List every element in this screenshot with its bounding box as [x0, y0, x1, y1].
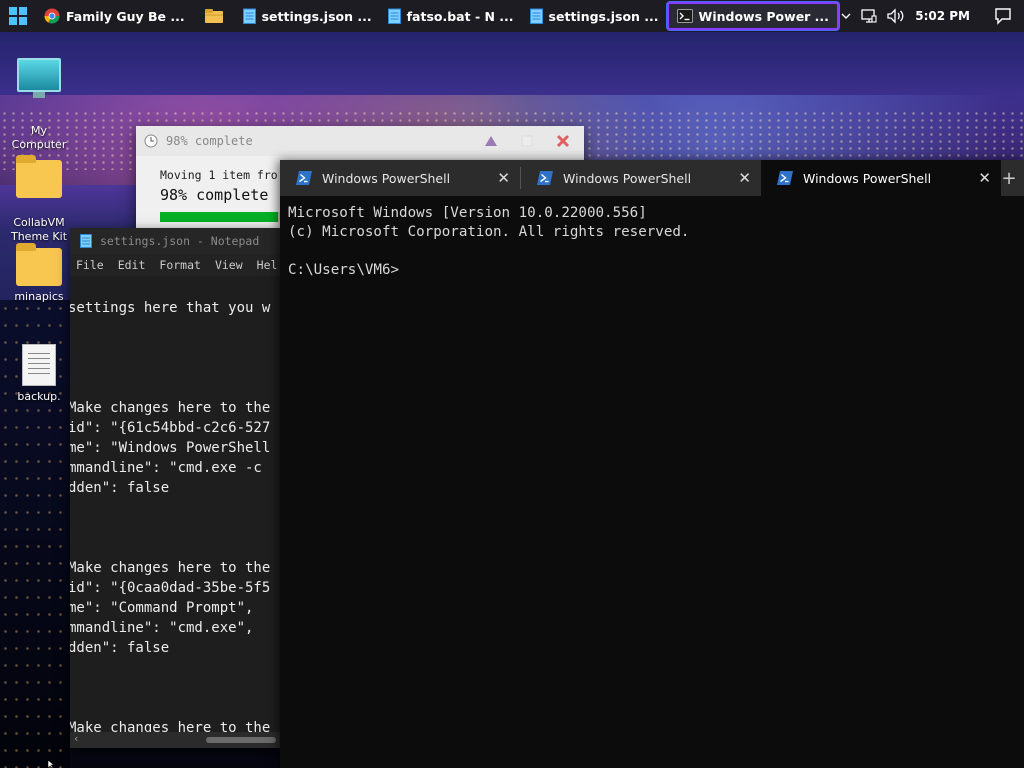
- taskbar-item-chrome[interactable]: Family Guy Be ...: [36, 2, 193, 30]
- notepad-icon: [242, 8, 256, 24]
- dialog-title-bar: 98% complete: [136, 126, 584, 156]
- speaker-icon[interactable]: [887, 8, 905, 24]
- menu-file[interactable]: File: [76, 258, 104, 272]
- desktop-icon-label: backup.: [17, 390, 61, 403]
- notepad-line: [70, 318, 270, 338]
- notifications-icon[interactable]: [994, 7, 1012, 25]
- tab-powershell-2[interactable]: Windows PowerShell ✕: [521, 160, 761, 196]
- menu-edit[interactable]: Edit: [118, 258, 146, 272]
- chrome-icon: [44, 8, 60, 24]
- desktop-icon-minapics[interactable]: minapics: [4, 243, 74, 304]
- notepad-line: mmandline": "cmd.exe -c: [70, 460, 262, 476]
- notepad-line: mmandline": "cmd.exe",: [70, 620, 254, 636]
- file-explorer-icon: [204, 9, 223, 23]
- new-tab-button[interactable]: +: [1001, 160, 1017, 196]
- notepad-title: settings.json - Notepad: [100, 234, 260, 248]
- mouse-cursor-icon: [48, 760, 55, 768]
- terminal-icon: [676, 9, 693, 23]
- network-icon[interactable]: [861, 8, 877, 24]
- notepad-text-area[interactable]: settings here that you w Make changes he…: [70, 298, 270, 738]
- notepad-line: [70, 698, 270, 718]
- taskbar-item-label: fatso.bat - N ...: [406, 8, 514, 24]
- windows-terminal-window: Windows PowerShell ✕ Windows PowerShell …: [280, 160, 1024, 768]
- taskbar-item-file-explorer[interactable]: [193, 2, 235, 30]
- notepad-line: [70, 498, 270, 518]
- close-icon[interactable]: ✕: [978, 169, 991, 187]
- document-icon: [22, 344, 56, 386]
- notepad-line: dden": false: [70, 640, 170, 656]
- taskbar-item-windows-terminal[interactable]: Windows Power ...: [666, 2, 839, 30]
- folder-icon: [16, 155, 62, 198]
- close-icon[interactable]: [556, 134, 570, 148]
- desktop-icon-backup[interactable]: backup.: [4, 344, 74, 404]
- maximize-icon[interactable]: [520, 134, 534, 148]
- notepad-line: [70, 358, 270, 378]
- menu-help[interactable]: Hel: [257, 258, 278, 272]
- clock-icon: [144, 134, 158, 148]
- taskbar-item-label: settings.json ...: [548, 8, 659, 24]
- clock[interactable]: 5:02 PM: [915, 9, 970, 23]
- notepad-window: settings.json - Notepad File Edit Format…: [70, 228, 282, 748]
- notepad-line: settings here that you w: [70, 300, 271, 316]
- horizontal-scrollbar[interactable]: ‹: [70, 732, 282, 748]
- desktop-icon-label: minapics: [14, 290, 64, 303]
- notepad-line: [70, 518, 270, 538]
- windows-logo-icon: [9, 7, 27, 25]
- terminal-output[interactable]: Microsoft Windows [Version 10.0.22000.55…: [280, 196, 1024, 288]
- notepad-line: me": "Windows PowerShell: [70, 440, 271, 456]
- dialog-title: 98% complete: [166, 134, 253, 148]
- notepad-line: [70, 378, 270, 398]
- tab-label: Windows PowerShell: [803, 170, 932, 186]
- notepad-icon: [529, 8, 543, 24]
- scrollbar-thumb[interactable]: [206, 737, 276, 743]
- chevron-down-icon[interactable]: [841, 12, 851, 20]
- terminal-tab-strip: Windows PowerShell ✕ Windows PowerShell …: [280, 160, 1024, 196]
- desktop-icon-collabvm-theme-kit[interactable]: CollabVM Theme Kit: [4, 146, 74, 258]
- notepad-line: id": "{61c54bbd-c2c6-527: [70, 420, 271, 436]
- notepad-title-bar: settings.json - Notepad: [70, 228, 282, 254]
- notepad-line: Make changes here to the: [70, 400, 271, 416]
- progress-bar-fill: [160, 212, 278, 222]
- desktop-icon-label: CollabVM Theme Kit: [10, 216, 68, 243]
- tab-label: Windows PowerShell: [563, 170, 692, 186]
- taskbar-item-label: settings.json ...: [261, 8, 372, 24]
- folder-icon: [16, 243, 62, 286]
- notepad-line: [70, 658, 270, 678]
- notepad-line: me": "Command Prompt",: [70, 600, 254, 616]
- notepad-line: id": "{0caa0dad-35be-5f5: [70, 580, 271, 596]
- notepad-line: [70, 538, 270, 558]
- taskbar-item-label: Family Guy Be ...: [66, 8, 185, 24]
- start-button[interactable]: [0, 0, 36, 32]
- taskbar-item-notepad-fatso[interactable]: fatso.bat - N ...: [380, 2, 522, 30]
- taskbar: Family Guy Be ... settings.json ... fats…: [0, 0, 1024, 32]
- menu-view[interactable]: View: [215, 258, 243, 272]
- monitor-icon: [17, 58, 61, 98]
- tab-powershell-3[interactable]: Windows PowerShell ✕: [761, 160, 1001, 196]
- close-icon[interactable]: ✕: [738, 169, 751, 187]
- notepad-line: [70, 678, 270, 698]
- menu-format[interactable]: Format: [159, 258, 201, 272]
- taskbar-item-notepad-settings-2[interactable]: settings.json ...: [522, 2, 667, 30]
- notepad-icon: [80, 234, 92, 248]
- notepad-line: dden": false: [70, 480, 170, 496]
- notepad-menu-bar: File Edit Format View Hel: [70, 254, 282, 276]
- tab-label: Windows PowerShell: [322, 170, 451, 186]
- scroll-left-icon[interactable]: ‹: [74, 732, 78, 745]
- notepad-icon: [387, 8, 401, 24]
- notepad-line: [70, 338, 270, 358]
- close-icon[interactable]: ✕: [497, 169, 510, 187]
- powershell-icon: [777, 171, 793, 185]
- minimize-icon[interactable]: [484, 134, 498, 148]
- powershell-icon: [537, 171, 553, 185]
- powershell-icon: [296, 171, 312, 185]
- taskbar-item-label: Windows Power ...: [698, 8, 829, 24]
- notepad-line: Make changes here to the: [70, 560, 271, 576]
- progress-bar: [160, 212, 280, 222]
- tab-powershell-1[interactable]: Windows PowerShell ✕: [280, 160, 520, 196]
- taskbar-item-notepad-settings[interactable]: settings.json ...: [235, 2, 380, 30]
- system-tray: 5:02 PM: [841, 7, 1024, 25]
